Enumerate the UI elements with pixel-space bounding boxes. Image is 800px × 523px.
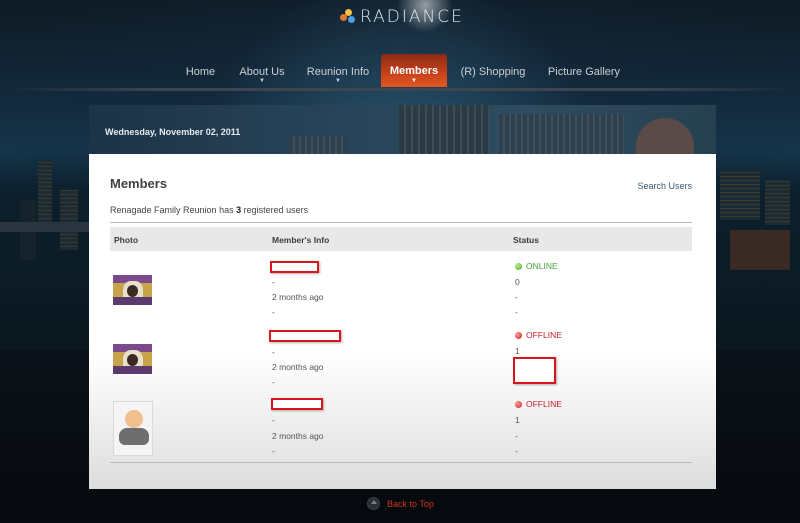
arrow-up-icon [367,497,380,510]
radiance-logo-icon [340,9,356,25]
divider [110,462,692,463]
online-status-icon [515,263,522,270]
summary-suffix: registered users [243,205,309,215]
dropdown-arrow-icon: ▼ [335,78,341,84]
back-to-top-link[interactable]: Back to Top [367,497,434,510]
member-joined: 2 months ago [272,431,324,441]
brand-logo[interactable]: RADIANCE [340,7,464,27]
member-info-line: - [272,377,275,387]
nav-item-label: Home [185,66,216,78]
nav-item-reunion-info[interactable]: Reunion Info ▼ [303,56,373,86]
status-line: - [515,292,518,302]
status-line: 0 [515,277,520,287]
nav-item-picture-gallery[interactable]: Picture Gallery [543,56,625,86]
page-title: Members [110,176,168,191]
redacted-status-detail [513,357,556,384]
status-badge: ONLINE [515,261,558,271]
nav-item-label: Reunion Info [306,66,370,78]
members-summary: Renagade Family Reunion has 3 registered… [110,205,308,215]
main-nav: Home About Us ▼ Reunion Info ▼ Members ▼… [0,54,800,92]
nav-item-label: Picture Gallery [547,66,621,78]
status-line: - [515,446,518,456]
table-row: - 2 months ago - OFFLINE 1 [110,325,692,395]
status-badge: OFFLINE [515,399,562,409]
back-to-top-label: Back to Top [387,498,434,509]
member-photo[interactable] [113,344,152,374]
nav-item-label: (R) Shopping [460,66,526,78]
redacted-member-name[interactable] [269,330,341,342]
redacted-member-name[interactable] [270,261,319,273]
panel-header: Wednesday, November 02, 2011 [89,105,716,154]
status-label: OFFLINE [526,399,562,409]
member-info-line: - [272,307,275,317]
nav-item-label: Members [389,65,439,77]
nav-item-about-us[interactable]: About Us ▼ [236,56,288,86]
background-bridge [0,222,95,232]
status-badge: OFFLINE [515,330,562,340]
member-info-line: - [272,415,275,425]
brand-name: RADIANCE [360,7,464,27]
nav-underline [0,88,800,91]
column-header-info: Member's Info [272,235,330,245]
member-joined: 2 months ago [272,362,324,372]
summary-prefix: Renagade Family Reunion has [110,205,234,215]
default-avatar-icon[interactable] [113,401,153,456]
table-row: - 2 months ago - OFFLINE 1 - - [110,394,692,464]
background-city-right [710,150,800,350]
status-line: - [515,431,518,441]
member-info-line: - [272,347,275,357]
member-info-line: - [272,277,275,287]
nav-item-members[interactable]: Members ▼ [381,54,447,87]
background-city-left [0,150,95,350]
dropdown-arrow-icon: ▼ [259,78,265,84]
column-header-status: Status [513,235,539,245]
status-line: 1 [515,415,520,425]
member-info-line: - [272,446,275,456]
dropdown-arrow-icon: ▼ [411,78,417,84]
offline-status-icon [515,401,522,408]
nav-item-label: About Us [239,66,285,78]
divider [110,222,692,223]
table-header: Photo Member's Info Status [110,227,692,251]
current-date: Wednesday, November 02, 2011 [105,127,241,137]
status-line: - [515,307,518,317]
redacted-member-name[interactable] [271,398,323,410]
members-section: Members Search Users Renagade Family Reu… [89,154,716,489]
summary-count: 3 [236,205,242,215]
status-label: OFFLINE [526,330,562,340]
status-line: 1 [515,346,520,356]
search-users-link[interactable]: Search Users [637,181,692,191]
content-panel: Wednesday, November 02, 2011 Members Sea… [89,105,716,489]
offline-status-icon [515,332,522,339]
member-joined: 2 months ago [272,292,324,302]
table-row: - 2 months ago - ONLINE 0 - - [110,255,692,325]
nav-item-home[interactable]: Home [180,56,221,86]
member-photo[interactable] [113,275,152,305]
status-label: ONLINE [526,261,558,271]
nav-item-shopping[interactable]: (R) Shopping [457,56,529,86]
column-header-photo: Photo [114,235,139,245]
